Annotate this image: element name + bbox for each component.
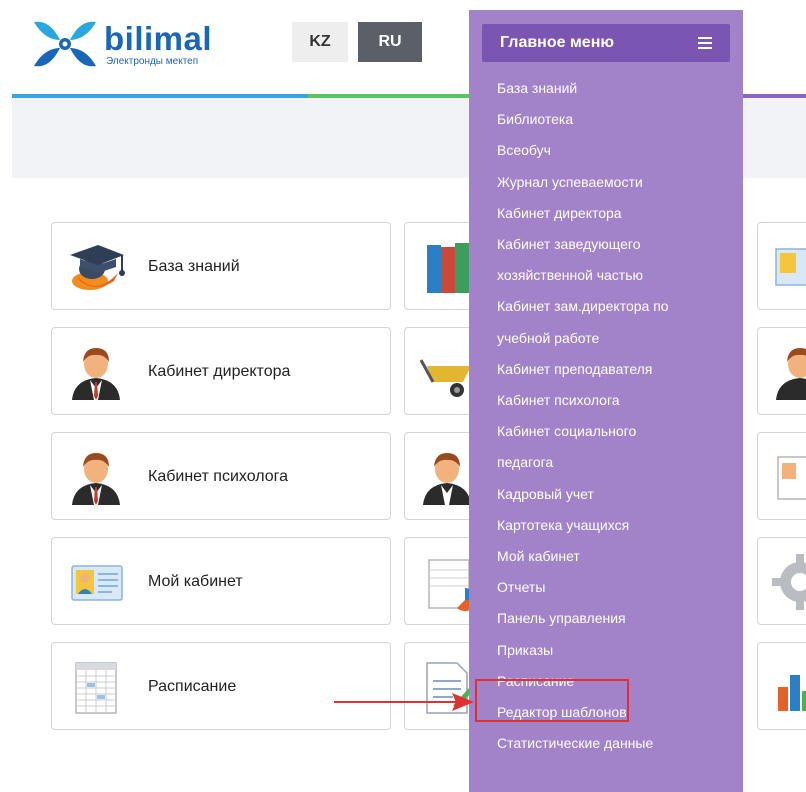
main-menu-dropdown: Главное меню База знаний Библиотека Всео…	[469, 10, 743, 792]
report-chart-icon	[428, 559, 477, 612]
tile-kabinet-psikhologa[interactable]: Кабинет психолога	[51, 432, 391, 520]
menu-item-socped-line1[interactable]: Кабинет социального	[497, 423, 636, 439]
main-menu-title: Главное меню	[500, 34, 615, 51]
highlight-box-raspisanie	[475, 679, 629, 722]
id-card-icon	[777, 456, 806, 500]
tile-right-5[interactable]	[757, 642, 806, 730]
menu-item-otchety[interactable]: Отчеты	[497, 579, 545, 595]
menu-item-kabinet-psikhologa[interactable]: Кабинет психолога	[497, 392, 620, 408]
menu-item-prikazy[interactable]: Приказы	[497, 642, 553, 658]
menu-item-statistika[interactable]: Статистические данные	[497, 735, 653, 751]
menu-item-kabinet-direktora[interactable]: Кабинет директора	[497, 205, 622, 221]
menu-item-zamdir-line2[interactable]: учебной работе	[497, 330, 599, 346]
bilimal-logo[interactable]: bilimal Электронды мектеп	[30, 16, 250, 72]
person-avatar-icon	[72, 453, 120, 505]
brand-name: bilimal	[104, 20, 213, 57]
pointer-arrow-icon	[334, 693, 474, 711]
person-avatar-icon	[72, 348, 120, 400]
tile-label: Расписание	[148, 678, 237, 695]
tile-label: Кабинет психолога	[148, 468, 289, 485]
id-card-icon	[71, 565, 123, 601]
menu-item-socped-line2[interactable]: педагога	[497, 454, 553, 470]
bar-chart-icon	[778, 675, 806, 711]
tile-raspisanie[interactable]: Расписание	[51, 642, 391, 730]
menu-item-moy-kabinet[interactable]: Мой кабинет	[497, 548, 580, 564]
graduation-cap-icon	[70, 245, 125, 290]
menu-item-zamdir-line1[interactable]: Кабинет зам.директора по	[497, 298, 669, 314]
brand-subtitle: Электронды мектеп	[106, 56, 199, 67]
lang-ru-button[interactable]: RU	[358, 22, 422, 62]
person-avatar-icon	[423, 453, 471, 505]
menu-item-kartoteka[interactable]: Картотека учащихся	[497, 517, 629, 533]
gear-icon	[772, 554, 806, 610]
contacts-icon	[775, 248, 806, 286]
tile-right-1[interactable]	[757, 222, 806, 310]
tile-moy-kabinet[interactable]: Мой кабинет	[51, 537, 391, 625]
menu-item-baza-znaniy[interactable]: База знаний	[497, 80, 577, 96]
books-icon	[427, 243, 471, 293]
menu-item-vseobuch[interactable]: Всеобуч	[497, 142, 551, 158]
tile-label: База знаний	[148, 258, 240, 275]
menu-item-kadrovyy-uchet[interactable]: Кадровый учет	[497, 486, 594, 502]
tile-kabinet-direktora[interactable]: Кабинет директора	[51, 327, 391, 415]
person-avatar-icon	[776, 348, 806, 400]
menu-item-zhurnal[interactable]: Журнал успеваемости	[497, 174, 643, 190]
menu-item-panel-upravleniya[interactable]: Панель управления	[497, 610, 626, 626]
bilimal-logo-icon	[34, 21, 96, 67]
menu-item-kabinet-zavkhoz-line1[interactable]: Кабинет заведующего	[497, 236, 641, 252]
spreadsheet-icon	[75, 662, 117, 714]
tile-right-4[interactable]	[757, 537, 806, 625]
main-menu-button[interactable]: Главное меню	[482, 24, 730, 62]
menu-item-kabinet-zavkhoz-line2[interactable]: хозяйственной частью	[497, 267, 643, 283]
tile-baza-znaniy[interactable]: База знаний	[51, 222, 391, 310]
tile-right-3[interactable]	[757, 432, 806, 520]
hamburger-icon	[698, 37, 712, 49]
menu-item-biblioteka[interactable]: Библиотека	[497, 111, 573, 127]
tile-right-2[interactable]	[757, 327, 806, 415]
tile-label: Кабинет директора	[148, 363, 291, 380]
tile-label: Мой кабинет	[148, 573, 243, 590]
wheelbarrow-icon	[419, 359, 471, 397]
lang-kz-button[interactable]: KZ	[292, 22, 348, 62]
menu-item-kabinet-prepodavatelya[interactable]: Кабинет преподавателя	[497, 361, 652, 377]
